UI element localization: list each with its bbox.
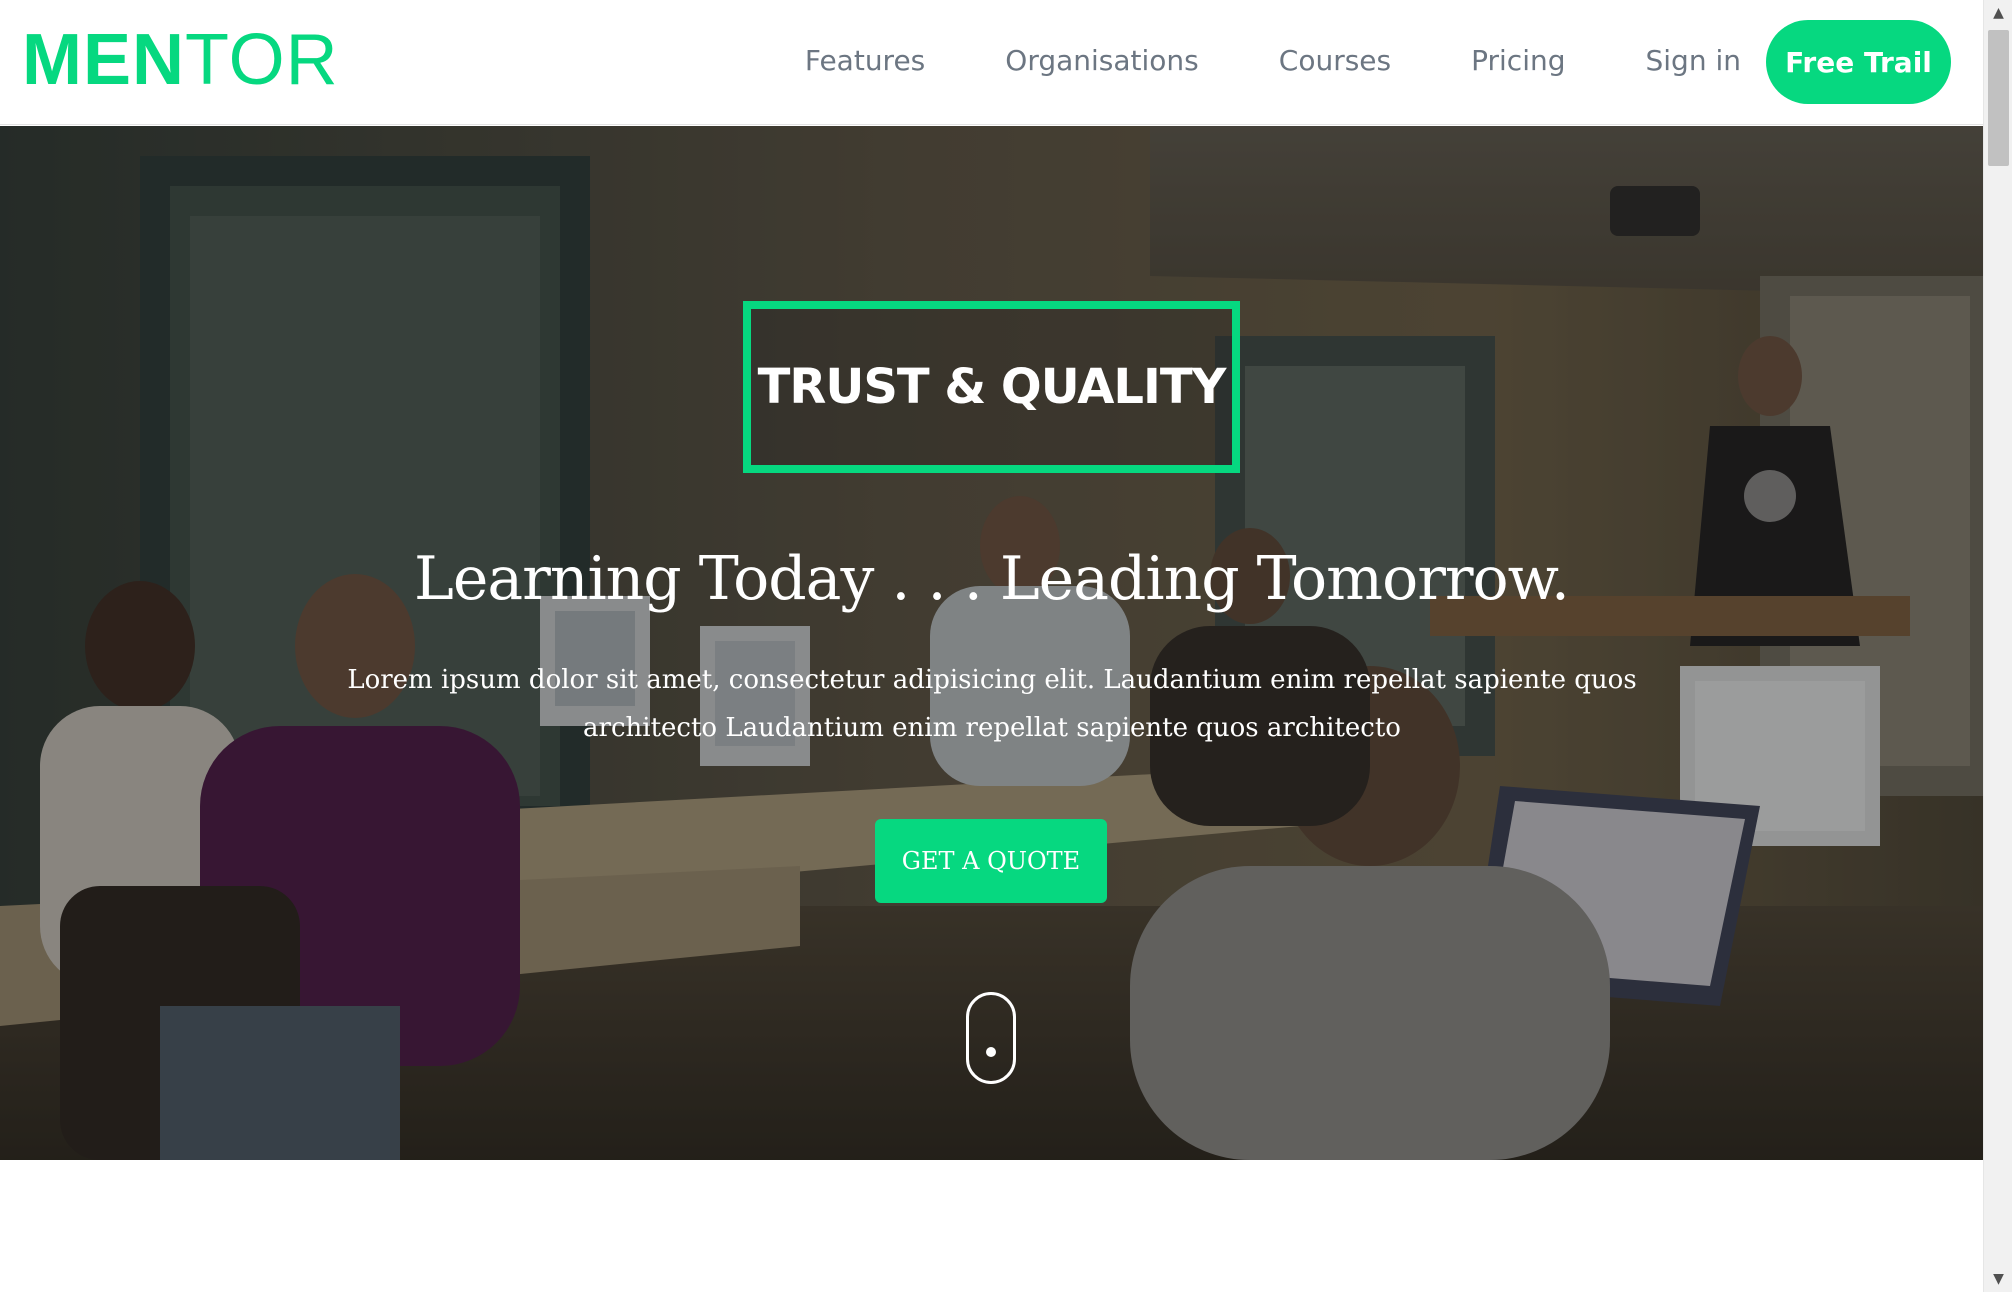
top-navbar: MENTOR Features Organisations Courses Pr… xyxy=(0,0,1983,125)
logo-bold-part: MEN xyxy=(22,20,185,100)
scrollbar-thumb[interactable] xyxy=(1988,30,2009,166)
nav-link-organisations[interactable]: Organisations xyxy=(1005,44,1198,77)
vertical-scrollbar[interactable]: ▲ ▼ xyxy=(1983,0,2012,1292)
logo-light-part: TOR xyxy=(185,20,339,100)
mouse-scroll-dot xyxy=(986,1047,996,1057)
badge-text: TRUST & QUALITY xyxy=(757,359,1227,415)
hero-title: Learning Today . . . Leading Tomorrow. xyxy=(414,544,1570,614)
mouse-scroll-icon[interactable] xyxy=(966,992,1016,1084)
brand-logo[interactable]: MENTOR xyxy=(22,20,339,100)
trust-quality-badge: TRUST & QUALITY xyxy=(743,301,1240,473)
hero-section: TRUST & QUALITY Learning Today . . . Lea… xyxy=(0,126,1983,1160)
arrow-down-icon[interactable]: ▼ xyxy=(1984,1266,2012,1292)
arrow-up-icon[interactable]: ▲ xyxy=(1984,0,2012,26)
page-viewport: MENTOR Features Organisations Courses Pr… xyxy=(0,0,1983,1292)
nav-link-courses[interactable]: Courses xyxy=(1279,44,1391,77)
nav-menu: Features Organisations Courses Pricing S… xyxy=(725,0,1741,120)
free-trial-button[interactable]: Free Trail xyxy=(1766,20,1951,104)
nav-link-sign-in[interactable]: Sign in xyxy=(1646,44,1742,77)
hero-subtitle: Lorem ipsum dolor sit amet, consectetur … xyxy=(347,665,1637,743)
get-a-quote-button[interactable]: GET A QUOTE xyxy=(875,819,1107,903)
nav-link-pricing[interactable]: Pricing xyxy=(1471,44,1565,77)
nav-link-features[interactable]: Features xyxy=(805,44,925,77)
